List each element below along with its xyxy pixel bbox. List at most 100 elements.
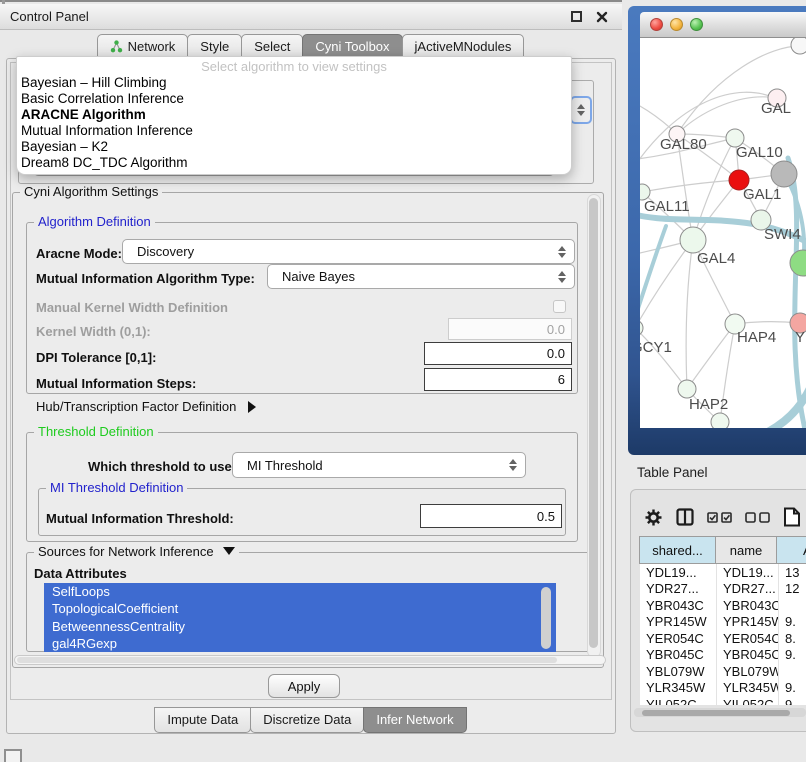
manual-kernel-checkbox[interactable] [553,300,566,313]
algorithm-option[interactable]: Bayesian – K2 [17,139,571,155]
sources-group-title[interactable]: Sources for Network Inference [34,545,239,559]
kernel-width-field[interactable]: 0.0 [448,318,572,340]
table-cell[interactable]: YIL052C [640,696,717,705]
minimized-panel-icon[interactable] [4,749,22,762]
table-row[interactable]: YLR345WYLR345W9. [640,680,806,697]
mi-steps-field[interactable]: 6 [424,368,572,391]
zoom-traffic-light[interactable] [690,18,703,31]
table-cell[interactable] [779,597,806,614]
table-panel-title: Table Panel [637,465,708,480]
table-cell[interactable]: YPR145W [717,614,779,631]
attr-items: SelfLoopsTopologicalCoefficientBetweenne… [44,583,556,652]
scrollbar-thumb[interactable] [642,710,790,716]
table-row[interactable]: YBR045CYBR045C9. [640,647,806,664]
close-traffic-light[interactable] [650,18,663,31]
data-attribute-item[interactable]: SelfLoops [44,583,556,600]
network-window-titlebar[interactable] [640,12,806,38]
table-row[interactable]: YPR145WYPR145W9. [640,614,806,631]
tab-discretize-data[interactable]: Discretize Data [250,707,364,733]
network-node[interactable] [771,161,797,187]
gear-icon[interactable] [644,508,663,527]
table-row[interactable]: YDR27...YDR27...12 [640,581,806,598]
scrollbar-thumb[interactable] [17,657,557,663]
table-row[interactable]: YBL079WYBL079W [640,663,806,680]
network-node[interactable] [791,38,806,54]
table-cell[interactable]: YLR345W [640,680,717,697]
minimize-traffic-light[interactable] [670,18,683,31]
table-cell[interactable]: 9. [779,614,806,631]
table-cell[interactable]: YDL19... [717,564,779,581]
tab-label: Discretize Data [263,712,351,727]
table-row[interactable]: YIL052CYIL052C9 [640,696,806,705]
table-horizontal-scrollbar[interactable] [634,708,806,717]
table-cell[interactable]: 8. [779,630,806,647]
table-cell[interactable]: 9. [779,647,806,664]
data-attribute-item[interactable]: gal4RGexp [44,635,556,652]
column-header-name[interactable]: name [715,536,777,564]
list-scrollbar-thumb[interactable] [541,587,551,649]
table-cell[interactable]: YDR27... [640,581,717,598]
network-canvas[interactable]: GALGAL80GAL10GAL1GAL11SWI4GAL4GCY1HAP4YH… [640,38,806,428]
node-label: HAP4 [737,329,776,346]
float-icon[interactable] [571,11,582,22]
table-row[interactable]: YER054CYER054C8. [640,630,806,647]
which-threshold-select[interactable]: MI Threshold [232,452,526,478]
table-cell[interactable]: YPR145W [640,614,717,631]
table-cell[interactable]: 13 [779,564,806,581]
table-cell[interactable]: YBR045C [640,647,717,664]
column-header-partial[interactable]: A [776,536,806,564]
table-cell[interactable]: YBR045C [717,647,779,664]
algorithm-option[interactable]: Bayesian – Hill Climbing [17,75,571,91]
table-row[interactable]: YBR043CYBR043C [640,597,806,614]
apply-button[interactable]: Apply [268,674,340,698]
columns-icon[interactable] [676,508,694,526]
focused-combo-spinner[interactable] [570,96,592,124]
algorithm-option[interactable]: Dream8 DC_TDC Algorithm [17,155,571,171]
algorithm-option[interactable]: Mutual Information Inference [17,123,571,139]
table-cell[interactable]: YBR043C [640,597,717,614]
mi-threshold-field[interactable]: 0.5 [420,504,562,528]
select-all-icon[interactable] [707,512,732,523]
expander-down-arrow-icon [223,547,235,555]
data-attributes-list[interactable]: SelfLoopsTopologicalCoefficientBetweenne… [44,583,556,652]
table-cell[interactable]: YIL052C [717,696,779,705]
import-table-icon[interactable] [783,507,801,527]
settings-horizontal-scrollbar[interactable] [14,655,606,665]
data-attribute-item[interactable]: TopologicalCoefficient [44,600,556,617]
network-window[interactable]: GALGAL80GAL10GAL1GAL11SWI4GAL4GCY1HAP4YH… [628,6,806,455]
mi-type-select[interactable]: Naive Bayes [267,264,575,289]
kernel-width-label: Kernel Width (0,1): [36,324,151,339]
table-cell[interactable]: YDL19... [640,564,717,581]
tab-impute-data[interactable]: Impute Data [154,707,251,733]
table-cell[interactable]: YER054C [717,630,779,647]
table-cell[interactable]: YBL079W [640,663,717,680]
table-cell[interactable]: 12 [779,581,806,598]
table-cell[interactable]: 9. [779,680,806,697]
table-cell[interactable]: YLR345W [717,680,779,697]
algorithm-option[interactable]: ARACNE Algorithm [17,107,571,123]
table-body[interactable]: YDL19...YDL19...13YDR27...YDR27...12YBR0… [640,564,806,705]
dpi-tolerance-value: 0.0 [547,346,565,361]
table-cell[interactable]: YBL079W [717,663,779,680]
network-node[interactable] [711,413,729,428]
hub-transcription-expander[interactable]: Hub/Transcription Factor Definition [36,399,256,414]
table-cell[interactable] [779,663,806,680]
deselect-all-icon[interactable] [745,512,770,523]
settings-vertical-scrollbar[interactable] [587,194,601,658]
table-cell[interactable]: 9 [779,696,806,705]
tab-infer-network[interactable]: Infer Network [363,707,466,733]
table-cell[interactable]: YBR043C [717,597,779,614]
tab-label: Impute Data [167,712,238,727]
scrollbar-thumb[interactable] [589,198,598,648]
dpi-tolerance-field[interactable]: 0.0 [424,342,572,365]
dropdown-placeholder: Select algorithm to view settings [17,59,571,75]
table-cell[interactable]: YDR27... [717,581,779,598]
algorithm-option[interactable]: Basic Correlation Inference [17,91,571,107]
data-attribute-item[interactable]: BetweennessCentrality [44,618,556,635]
table-cell[interactable]: YER054C [640,630,717,647]
aracne-mode-select[interactable]: Discovery [122,239,575,264]
network-node[interactable] [790,250,806,276]
column-header-shared-name[interactable]: shared... [639,536,716,564]
close-icon[interactable] [596,11,608,23]
table-row[interactable]: YDL19...YDL19...13 [640,564,806,581]
